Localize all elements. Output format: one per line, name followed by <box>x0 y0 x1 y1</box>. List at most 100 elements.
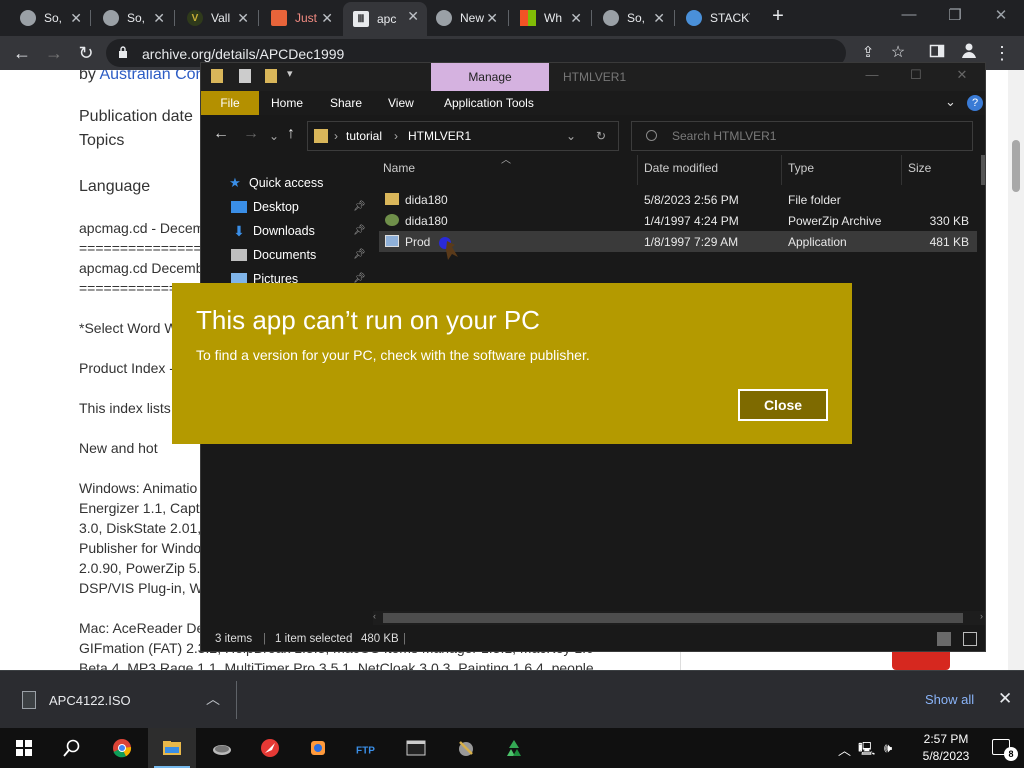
menu-kebab-icon[interactable]: ⋮ <box>990 41 1014 65</box>
tab-close-icon[interactable]: ✕ <box>70 10 82 27</box>
ribbon-tab-application-tools[interactable]: Application Tools <box>444 96 534 110</box>
back-icon[interactable]: ← <box>213 125 229 143</box>
back-icon[interactable]: ← <box>10 41 34 65</box>
refresh-icon[interactable]: ↻ <box>596 129 606 143</box>
close-shelf-icon[interactable]: ✕ <box>998 689 1012 709</box>
file-row-selected[interactable]: Prod 1/8/1997 7:29 AM Application 481 KB <box>379 231 977 252</box>
start-button[interactable] <box>0 728 48 768</box>
search-input[interactable]: Search HTMLVER1 <box>631 121 973 151</box>
expand-ribbon-icon[interactable]: ⌄ <box>945 94 956 110</box>
details-view-icon[interactable] <box>937 632 951 646</box>
properties-icon[interactable] <box>239 69 251 83</box>
chevron-up-icon[interactable]: ︿ <box>206 689 220 709</box>
pin-icon[interactable]: 📌︎ <box>353 225 366 236</box>
tab-close-icon[interactable]: ✕ <box>237 10 249 27</box>
tab-5-active[interactable]: Ⅲ apc ✕ <box>343 2 427 36</box>
page-scrollbar[interactable] <box>1008 70 1024 670</box>
author-link[interactable]: Australian Con <box>99 70 204 83</box>
tab-6[interactable]: New ✕ <box>426 4 506 32</box>
ribbon-tab-file[interactable]: File <box>201 91 259 115</box>
column-header-name[interactable]: Name <box>383 161 415 175</box>
breadcrumb-htmlver1[interactable]: HTMLVER1 <box>408 129 471 143</box>
busy-cursor-icon <box>435 235 465 265</box>
taskbar-app-tools[interactable] <box>442 728 490 768</box>
scroll-left-icon[interactable]: ‹ <box>373 611 376 621</box>
tab-close-icon[interactable]: ✕ <box>653 10 665 27</box>
nav-documents[interactable]: Documents 📌︎ <box>231 245 367 265</box>
tab-1[interactable]: So, ✕ <box>10 4 90 32</box>
column-header-size[interactable]: Size <box>908 161 931 175</box>
scroll-right-icon[interactable]: › <box>980 611 983 621</box>
taskbar-app-rocket[interactable] <box>246 728 294 768</box>
tab-title: So, <box>627 11 646 25</box>
maximize-icon[interactable]: ☐ <box>893 67 939 83</box>
nav-quick-access[interactable]: ★ Quick access <box>227 173 363 193</box>
breadcrumb-tutorial[interactable]: tutorial <box>346 129 382 143</box>
close-button[interactable]: Close <box>738 389 828 421</box>
nav-desktop[interactable]: Desktop 📌︎ <box>231 197 367 217</box>
clock-date[interactable]: 5/8/2023 <box>914 749 978 763</box>
horizontal-scrollbar[interactable]: ‹ › <box>373 611 985 625</box>
tab-7[interactable]: Wh ✕ <box>510 4 590 32</box>
new-tab-button[interactable]: + <box>766 4 790 28</box>
show-all-button[interactable]: Show all <box>925 692 974 707</box>
tab-4[interactable]: Just ✕ <box>261 4 341 32</box>
help-icon[interactable]: ? <box>967 95 983 111</box>
large-icons-view-icon[interactable] <box>963 632 977 646</box>
taskbar-terminal[interactable] <box>392 728 440 768</box>
tab-close-icon[interactable]: ✕ <box>153 10 165 27</box>
chevron-down-icon[interactable]: ⌄ <box>566 129 576 143</box>
show-hidden-icons-icon[interactable]: ︿ <box>838 740 851 759</box>
pin-icon[interactable]: 📌︎ <box>353 273 366 284</box>
clock-time[interactable]: 2:57 PM <box>914 732 978 746</box>
breadcrumb[interactable]: › tutorial › HTMLVER1 ⌄ ↻ <box>307 121 619 151</box>
forward-icon[interactable]: → <box>42 41 66 65</box>
tab-close-icon[interactable]: ✕ <box>321 10 333 27</box>
taskbar-app-orange[interactable] <box>294 728 342 768</box>
download-filename[interactable]: APC4122.ISO <box>49 693 131 708</box>
pin-icon[interactable]: 📌︎ <box>353 249 366 260</box>
manage-tab[interactable]: Manage <box>431 63 549 91</box>
folder-icon[interactable] <box>211 69 223 83</box>
up-folder-icon[interactable]: ↑ <box>287 125 295 143</box>
publication-date-label: Publication date <box>79 108 193 125</box>
tab-close-icon[interactable]: ✕ <box>486 10 498 27</box>
ribbon-tab-home[interactable]: Home <box>271 96 303 110</box>
forward-icon[interactable]: → <box>243 125 259 143</box>
column-header-type[interactable]: Type <box>788 161 814 175</box>
restore-icon[interactable]: ❐ <box>932 6 978 24</box>
customize-qat-icon[interactable]: ▾ <box>287 67 293 80</box>
minimize-icon[interactable]: — <box>849 67 895 82</box>
nav-downloads[interactable]: ⬇ Downloads 📌︎ <box>231 221 367 241</box>
file-row[interactable]: dida180 1/4/1997 4:24 PM PowerZip Archiv… <box>379 210 977 231</box>
minimize-icon[interactable]: — <box>886 6 932 23</box>
description-line: Beta 4, MP3 Rage 1.1, MultiTimer Pro 3.5… <box>79 660 594 670</box>
search-button[interactable] <box>48 728 96 768</box>
file-row[interactable]: dida180 5/8/2023 2:56 PM File folder <box>379 189 977 210</box>
close-window-icon[interactable]: ✕ <box>978 6 1024 24</box>
tab-close-icon[interactable]: ✕ <box>407 8 419 25</box>
description-line: 2.0.90, PowerZip 5. <box>79 560 201 576</box>
tab-9[interactable]: STACKT <box>676 4 760 32</box>
nav-label: Desktop <box>253 200 299 214</box>
recent-locations-icon[interactable]: ⌄ <box>269 129 279 143</box>
tab-8[interactable]: So, ✕ <box>593 4 673 32</box>
tab-3[interactable]: V Vall ✕ <box>177 4 257 32</box>
taskbar-file-explorer[interactable] <box>148 728 196 768</box>
taskbar-app-disc[interactable] <box>198 728 246 768</box>
taskbar-chrome[interactable] <box>98 728 146 768</box>
vertical-scrollbar[interactable] <box>981 155 985 185</box>
reload-icon[interactable]: ↻ <box>74 41 98 65</box>
volume-icon[interactable]: 🕪︎ <box>884 740 892 756</box>
tab-close-icon[interactable]: ✕ <box>570 10 582 27</box>
network-icon[interactable]: 🖳︎ <box>858 740 875 762</box>
pin-icon[interactable]: 📌︎ <box>353 201 366 212</box>
taskbar-ftp[interactable]: FTP <box>342 728 390 768</box>
tab-2[interactable]: So, ✕ <box>93 4 173 32</box>
column-header-date[interactable]: Date modified <box>644 161 718 175</box>
new-folder-icon[interactable] <box>265 69 277 83</box>
ribbon-tab-view[interactable]: View <box>388 96 414 110</box>
taskbar-recycle[interactable] <box>490 728 538 768</box>
close-window-icon[interactable]: ✕ <box>939 67 985 83</box>
ribbon-tab-share[interactable]: Share <box>330 96 362 110</box>
